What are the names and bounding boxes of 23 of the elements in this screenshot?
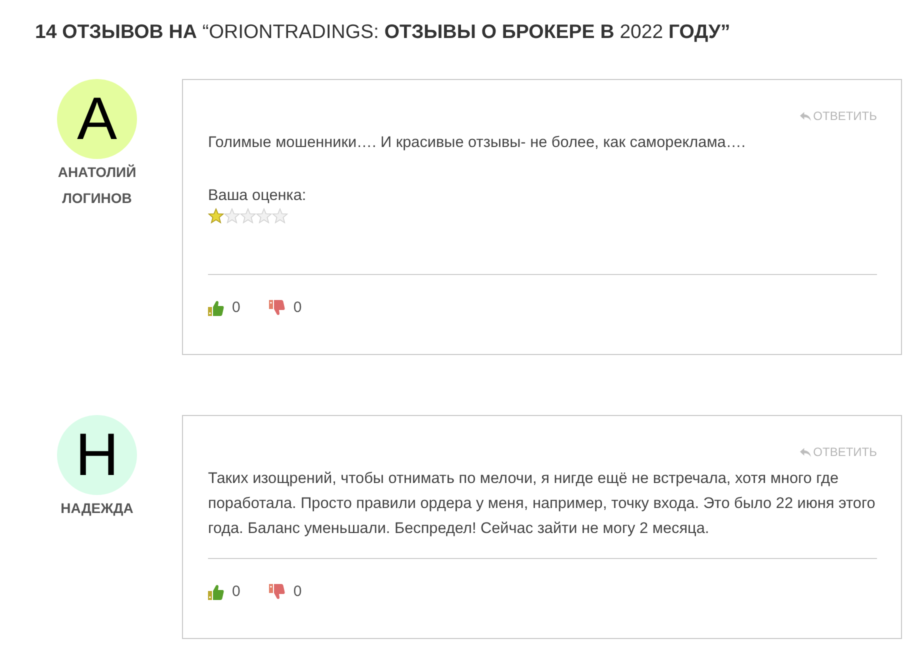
star-icon <box>272 208 288 224</box>
reply-icon <box>800 112 812 120</box>
star-icon <box>224 208 240 224</box>
comments-heading: 14 ОТЗЫВОВ НА “ORIONTRADINGS: ОТЗЫВЫ О БРОКЕРЕ В 2022 ГОДУ” <box>35 21 732 43</box>
thumbs-down-icon <box>269 300 286 316</box>
thumbs-up-icon <box>208 584 224 600</box>
star-icon <box>256 208 272 224</box>
avatar: Н <box>57 415 137 495</box>
dislike-button[interactable]: 0 <box>269 300 302 316</box>
comment-text: Голимые мошенники…. И красивые отзывы- не более, как самореклама…. <box>208 133 747 153</box>
star-icon <box>240 208 256 224</box>
like-button[interactable]: 0 <box>208 300 240 316</box>
thumbs-up-icon <box>208 300 224 316</box>
author-name: АНАТОЛИЙ ЛОГИНОВ <box>56 163 138 208</box>
dislike-button[interactable]: 0 <box>269 584 302 600</box>
author-name: НАДЕЖДА <box>60 499 134 518</box>
avatar: А <box>57 79 137 159</box>
comment-text: Таких изощрений, чтобы отнимать по мелочи, я нигде ещё не встречала, хотя много где поработала. Просто правили ордера у меня, например, точку входа. Это было 22 июня этого года. Баланс уменьшали. Беспредел! Сейчас зайти не могу 2 месяца. <box>208 469 876 539</box>
thumbs-down-icon <box>269 584 286 600</box>
star-icon <box>208 208 224 224</box>
rating-label: Ваша оценка: <box>208 186 308 206</box>
like-button[interactable]: 0 <box>208 584 240 600</box>
reply-icon <box>800 448 812 456</box>
